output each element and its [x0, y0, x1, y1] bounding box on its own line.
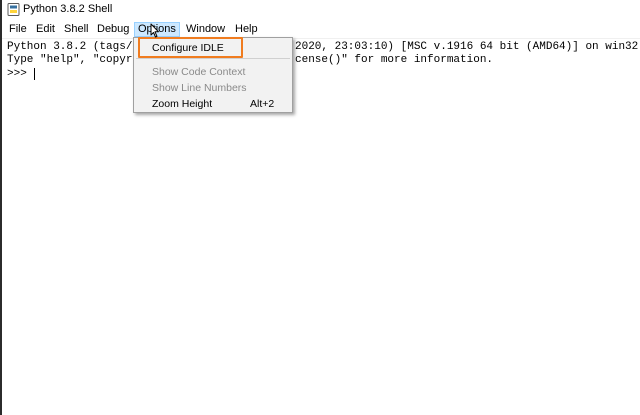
idle-shell-window: Python 3.8.2 Shell File Edit Shell Debug… [0, 0, 640, 415]
menu-bar: File Edit Shell Debug Options Window Hel… [2, 21, 640, 39]
menu-shell[interactable]: Shell [61, 22, 91, 37]
python-icon [7, 3, 20, 16]
menu-edit[interactable]: Edit [33, 22, 58, 37]
menu-help[interactable]: Help [232, 22, 261, 37]
menu-separator [136, 58, 290, 59]
shell-banner-line-2-start: Type "help", "copyr [7, 54, 133, 66]
zoom-height-shortcut: Alt+2 [250, 98, 275, 110]
text-caret [34, 68, 35, 80]
shell-banner-line-1-end: 2020, 23:03:10) [MSC v.1916 64 bit (AMD6… [295, 41, 639, 53]
shell-text-area[interactable]: Python 3.8.2 (tags/ 2020, 23:03:10) [MSC… [2, 40, 640, 415]
highlight-annotation [138, 37, 243, 58]
shell-banner-line-1-start: Python 3.8.2 (tags/ [7, 41, 133, 53]
mouse-pointer-icon [150, 23, 160, 38]
title-bar[interactable]: Python 3.8.2 Shell [2, 0, 640, 20]
menu-file[interactable]: File [6, 22, 30, 37]
menu-item-show-line-numbers[interactable]: Show Line Numbers [152, 82, 247, 95]
shell-prompt: >>> [7, 68, 34, 80]
shell-banner-line-2-end: cense()" for more information. [295, 54, 494, 66]
menu-item-zoom-height[interactable]: Zoom Height [152, 98, 212, 111]
menu-window[interactable]: Window [183, 22, 228, 37]
menu-debug[interactable]: Debug [94, 22, 132, 37]
window-title: Python 3.8.2 Shell [23, 3, 113, 15]
menu-item-show-code-context[interactable]: Show Code Context [152, 66, 245, 79]
